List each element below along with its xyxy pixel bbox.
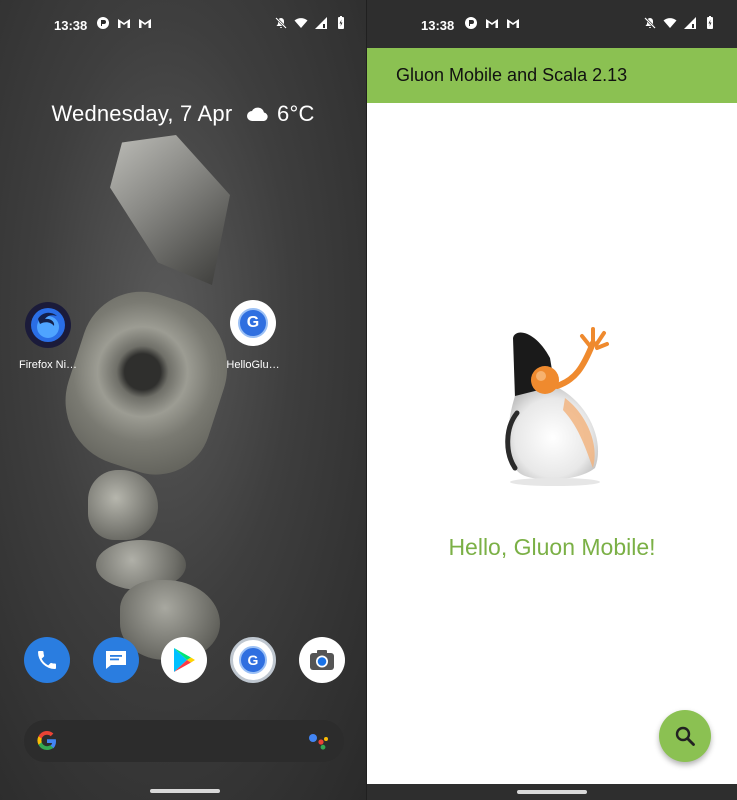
alarm-app-icon	[465, 17, 477, 29]
wallpaper-stone	[110, 135, 230, 285]
at-a-glance-widget[interactable]: Wednesday, 7 Apr 6°C	[0, 100, 366, 127]
status-bar: 13:38	[367, 0, 737, 48]
home-screen: 13:38 Wednesday, 7 Apr 6°C Firefox Ni… G…	[0, 0, 366, 800]
search-icon	[675, 726, 695, 746]
duke-mascot-image	[505, 327, 609, 486]
gmail-icon	[139, 19, 151, 28]
mute-bell-icon	[275, 17, 287, 29]
status-time: 13:38	[421, 18, 455, 33]
google-search-bar[interactable]	[24, 720, 344, 762]
wifi-icon	[294, 18, 308, 28]
app-title: Gluon Mobile and Scala 2.13	[396, 65, 628, 85]
signal-icon	[315, 17, 327, 29]
status-bar: 13:38	[0, 0, 366, 48]
gmail-icon	[118, 19, 130, 28]
google-g-icon	[37, 730, 56, 751]
search-fab-button[interactable]	[659, 710, 711, 762]
greeting-label: Hello, Gluon Mobile!	[448, 534, 656, 560]
gmail-icon	[486, 19, 498, 28]
camera-icon[interactable]	[299, 637, 345, 683]
wifi-icon	[663, 18, 677, 28]
google-assistant-icon[interactable]	[308, 732, 330, 750]
signal-icon	[684, 17, 696, 29]
gluon-g-badge: G	[239, 646, 267, 674]
app-label-firefox: Firefox Ni…	[18, 359, 78, 371]
firefox-nightly-icon[interactable]	[25, 302, 71, 348]
gluon-app-icon[interactable]: G	[230, 300, 276, 346]
app-bar: Gluon Mobile and Scala 2.13	[367, 48, 737, 103]
status-time: 13:38	[54, 18, 88, 33]
play-store-icon[interactable]	[161, 637, 207, 683]
cloud-icon	[246, 107, 268, 122]
gmail-icon	[507, 19, 519, 28]
messages-icon[interactable]	[93, 637, 139, 683]
wallpaper-blob	[88, 470, 158, 540]
gesture-nav-handle[interactable]	[517, 790, 587, 794]
wallpaper-donut	[48, 276, 246, 489]
alarm-app-icon	[97, 17, 109, 29]
mute-bell-icon	[644, 17, 656, 29]
dock: G	[0, 637, 366, 687]
temperature-text: 6°C	[277, 101, 315, 127]
gesture-nav-handle[interactable]	[150, 789, 220, 793]
app-label-hellogluon: HelloGlu…	[226, 359, 280, 371]
date-text: Wednesday, 7 Apr	[51, 101, 233, 127]
gluon-app-screen: 13:38 Gluon Mobile and Scala 2.13 Hello,…	[367, 0, 737, 800]
gluon-app-icon[interactable]: G	[230, 637, 276, 683]
gluon-g-badge: G	[238, 308, 268, 338]
phone-icon[interactable]	[24, 637, 70, 683]
battery-icon	[338, 16, 344, 29]
battery-icon	[707, 16, 713, 29]
